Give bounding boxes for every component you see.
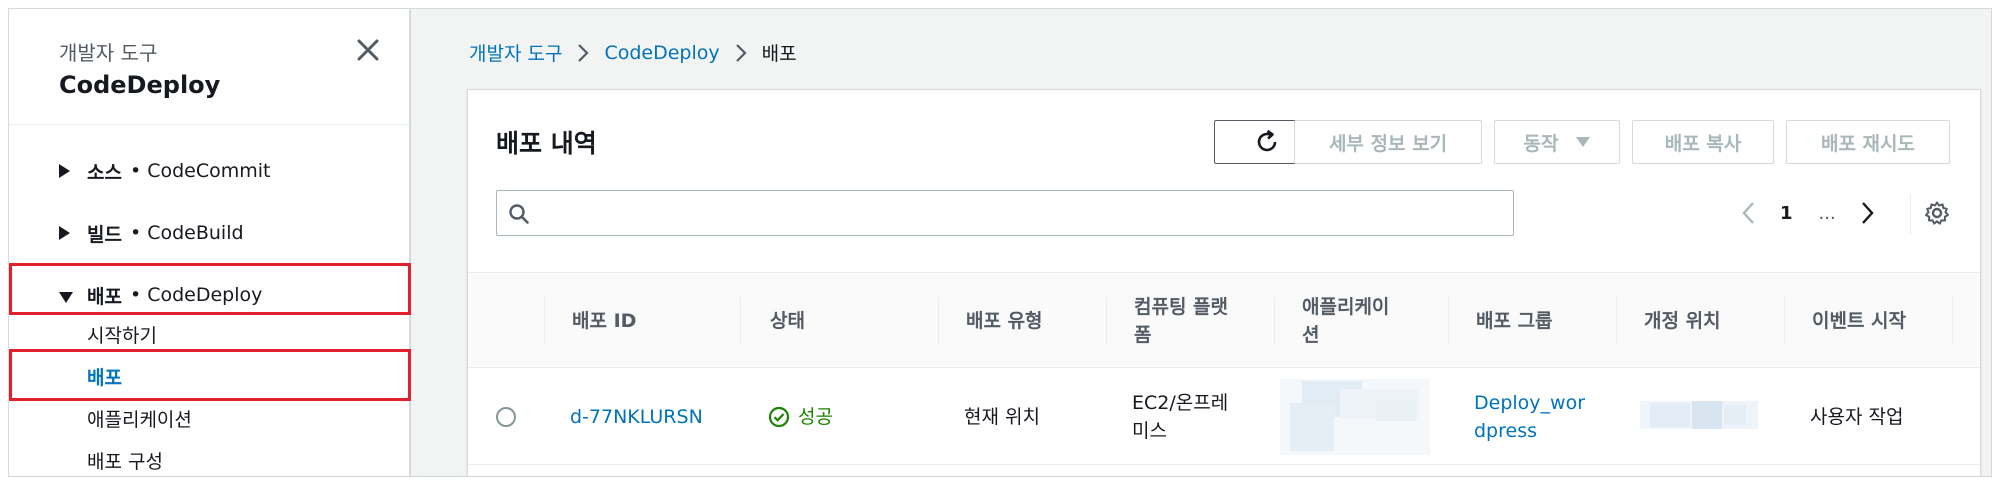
console-frame: 개발자 도구 CodeDeploy 소스 • CodeCommit 빌드 • C…	[8, 8, 1992, 477]
sidebar-title: CodeDeploy	[59, 71, 221, 99]
search-input[interactable]	[496, 190, 1514, 236]
sidebar-section-source[interactable]: 소스 • CodeCommit	[59, 153, 271, 189]
divider	[1910, 194, 1911, 234]
breadcrumb-codedeploy[interactable]: CodeDeploy	[604, 42, 719, 64]
deployment-type-cell: 현재 위치	[964, 406, 1040, 428]
sidebar-section-build[interactable]: 빌드 • CodeBuild	[59, 215, 244, 251]
column-header-application[interactable]: 애플리케이 션	[1302, 273, 1389, 369]
column-header-deployment-group[interactable]: 배포 그룹	[1476, 273, 1553, 369]
radio-button[interactable]	[496, 407, 516, 427]
sidebar: 개발자 도구 CodeDeploy 소스 • CodeCommit 빌드 • C…	[9, 9, 411, 476]
panel-title: 배포 내역	[496, 129, 597, 158]
column-header-type[interactable]: 배포 유형	[966, 273, 1043, 369]
platform-cell: EC2/온프레 미스	[1132, 369, 1228, 465]
cell-line: 미스	[1132, 420, 1167, 442]
header-line: 폼	[1134, 324, 1152, 346]
deployment-history-panel: 배포 내역 세부 정보 보기 동작 배포 복사 배포 재시도 1 ... 배포 …	[467, 89, 1981, 476]
copy-deployment-button[interactable]: 배포 복사	[1632, 120, 1774, 164]
column-divider	[938, 297, 939, 345]
section-service: • CodeCommit	[129, 160, 271, 182]
column-divider	[1952, 297, 1953, 345]
table-row[interactable]: d-77NKLURSN 성공 현재 위치 EC2/온프레 미스 Deploy_w…	[468, 369, 1980, 465]
status-cell: 성공	[768, 369, 833, 465]
search-icon	[509, 204, 529, 224]
status-text: 성공	[798, 406, 833, 428]
section-name: 소스	[87, 161, 122, 184]
cell-line: EC2/온프레	[1132, 392, 1229, 414]
event-start-cell: 사용자 작업	[1810, 406, 1904, 428]
caret-right-icon	[59, 164, 73, 178]
chevron-right-icon	[730, 42, 752, 64]
deployment-id-link[interactable]: d-77NKLURSN	[570, 403, 703, 431]
deployment-group-link[interactable]: Deploy_wor	[1474, 389, 1585, 417]
close-icon[interactable]	[351, 33, 385, 67]
page-number[interactable]: 1	[1780, 203, 1793, 224]
deployment-group-cell[interactable]: Deploy_wor dpress	[1474, 369, 1585, 465]
deployment-group-link[interactable]: dpress	[1474, 417, 1537, 445]
section-service: • CodeBuild	[129, 222, 244, 244]
sidebar-header: 개발자 도구 CodeDeploy	[9, 9, 409, 125]
breadcrumb-current: 배포	[761, 43, 797, 65]
chevron-right-icon[interactable]	[1856, 200, 1878, 226]
check-circle-icon	[768, 406, 790, 428]
sidebar-item-getting-started[interactable]: 시작하기	[87, 321, 157, 348]
column-header-status[interactable]: 상태	[770, 273, 805, 369]
retry-deployment-button[interactable]: 배포 재시도	[1786, 120, 1950, 164]
column-header-platform[interactable]: 컴퓨팅 플랫 폼	[1134, 273, 1228, 369]
view-details-button[interactable]: 세부 정보 보기	[1294, 120, 1482, 164]
page-ellipsis: ...	[1818, 202, 1836, 224]
highlight-box	[9, 263, 411, 315]
status-badge: 성공	[768, 403, 833, 431]
header-line: 애플리케이	[1302, 296, 1390, 318]
header-line: 션	[1302, 324, 1320, 346]
section-name: 빌드	[87, 223, 122, 246]
actions-label: 동작	[1523, 132, 1559, 155]
caret-down-icon	[1576, 137, 1591, 147]
column-divider	[1274, 297, 1275, 345]
breadcrumb: 개발자 도구 CodeDeploy 배포	[469, 39, 797, 66]
header-line: 컴퓨팅 플랫	[1134, 296, 1229, 318]
sidebar-item-deployment-configs[interactable]: 배포 구성	[87, 447, 163, 474]
table-header: 배포 ID 상태 배포 유형 컴퓨팅 플랫 폼 애플리케이 션 배포 그룹 개정…	[468, 272, 1980, 368]
column-divider	[740, 297, 741, 345]
column-divider	[544, 297, 545, 345]
sidebar-subtitle: 개발자 도구	[59, 41, 158, 65]
column-header-revision-location[interactable]: 개정 위치	[1644, 273, 1721, 369]
gear-icon[interactable]	[1924, 200, 1950, 226]
highlight-box	[9, 349, 411, 401]
chevron-left-icon[interactable]	[1738, 200, 1760, 226]
row-select-radio[interactable]	[496, 369, 516, 465]
sidebar-item-applications[interactable]: 애플리케이션	[87, 405, 192, 432]
redacted-revision	[1640, 399, 1758, 433]
actions-dropdown[interactable]: 동작	[1494, 120, 1620, 164]
breadcrumb-developer-tools[interactable]: 개발자 도구	[469, 39, 562, 66]
chevron-right-icon	[572, 42, 594, 64]
redacted-application	[1280, 379, 1430, 455]
column-header-deployment-id[interactable]: 배포 ID	[572, 273, 636, 369]
column-divider	[1784, 297, 1785, 345]
refresh-icon	[1257, 129, 1277, 152]
column-header-event-start[interactable]: 이벤트 시작	[1812, 273, 1906, 369]
main-content: 개발자 도구 CodeDeploy 배포 배포 내역 세부 정보 보기 동작 배…	[413, 9, 1991, 476]
column-divider	[1448, 297, 1449, 345]
pagination: 1 ...	[1738, 190, 1878, 236]
column-divider	[1616, 297, 1617, 345]
column-divider	[1106, 297, 1107, 345]
caret-right-icon	[59, 226, 73, 240]
